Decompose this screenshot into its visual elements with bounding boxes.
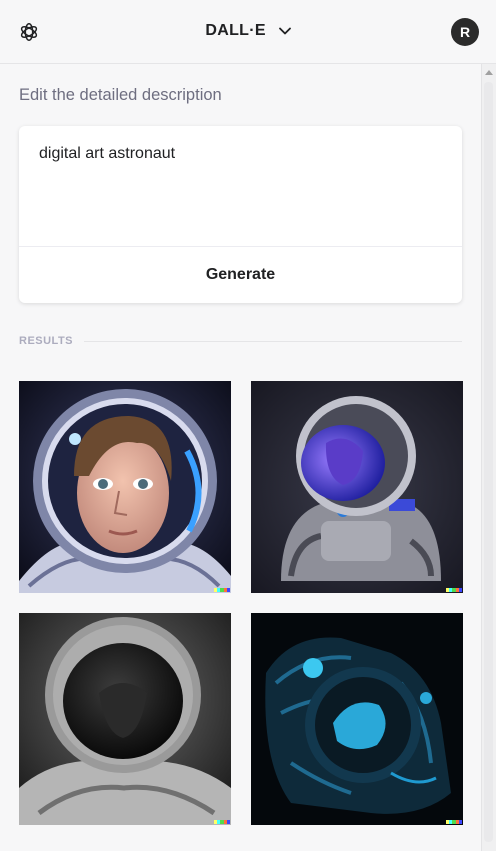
prompt-input[interactable]: digital art astronaut [39,145,175,163]
result-image-4[interactable] [251,613,463,825]
watermark [446,588,463,592]
chevron-down-icon [278,27,291,35]
app-title: DALL·E [205,22,266,39]
result-image-2[interactable] [251,381,463,593]
generate-button[interactable]: Generate [19,247,462,303]
avatar[interactable]: R [451,18,479,46]
prompt-card: digital art astronaut Generate [19,126,462,303]
model-selector[interactable]: DALL·E [0,22,496,40]
watermark [214,588,231,592]
result-image-1[interactable] [19,381,231,593]
scroll-thumb[interactable] [484,82,493,842]
watermark [214,820,231,824]
results-heading: RESULTS [19,335,74,347]
app-header: DALL·E R [0,0,496,64]
prompt-heading: Edit the detailed description [19,86,222,104]
results-divider [84,341,462,342]
scrollbar[interactable] [481,64,496,851]
scroll-up-arrow-icon[interactable] [485,70,493,75]
watermark [446,820,463,824]
result-image-3[interactable] [19,613,231,825]
